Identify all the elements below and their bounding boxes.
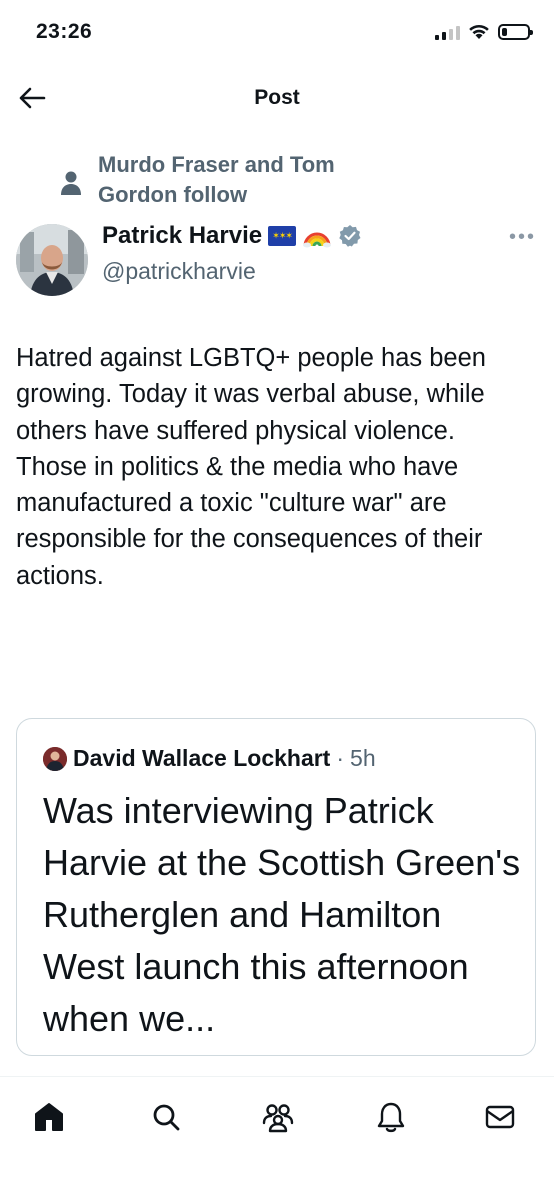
- more-options-icon[interactable]: •••: [509, 226, 536, 249]
- nav-home[interactable]: [29, 1097, 69, 1137]
- bottom-nav: [0, 1076, 554, 1200]
- person-icon: [61, 171, 81, 195]
- nav-search[interactable]: [146, 1097, 186, 1137]
- page-title: Post: [254, 86, 300, 109]
- quote-author-name: David Wallace Lockhart: [73, 745, 331, 771]
- home-icon: [35, 1103, 63, 1131]
- quoted-post-card[interactable]: David Wallace Lockhart · 5h Was intervie…: [16, 718, 536, 1056]
- quoted-post-header: David Wallace Lockhart · 5h: [43, 745, 376, 772]
- quote-separator: ·: [336, 745, 345, 771]
- signal-bars-icon: [435, 24, 460, 40]
- avatar[interactable]: [16, 224, 88, 296]
- quote-timestamp: 5h: [350, 745, 376, 771]
- battery-icon: [498, 24, 533, 40]
- rainbow-icon: [303, 232, 332, 248]
- verified-badge-icon[interactable]: [338, 224, 362, 248]
- communities-icon: [262, 1104, 294, 1133]
- post-paragraph: Hatred against LGBTQ+ people has been gr…: [16, 344, 486, 445]
- avatar-image: [16, 224, 88, 296]
- author-row: Patrick Harvie ✶✶✶ @patrickharvie •••: [16, 220, 540, 300]
- nav-messages[interactable]: [480, 1097, 520, 1137]
- eu-flag-icon: ✶✶✶: [268, 226, 297, 246]
- post-paragraph: Those in politics & the media who have m…: [16, 452, 483, 590]
- quote-avatar: [43, 746, 67, 771]
- wifi-icon: [469, 24, 489, 39]
- quote-text: Was interviewing Patrick Harvie at the S…: [43, 790, 521, 1039]
- nav-communities[interactable]: [258, 1097, 298, 1137]
- post-text: Hatred against LGBTQ+ people has been gr…: [16, 340, 536, 594]
- author-handle[interactable]: @patrickharvie: [102, 258, 256, 285]
- social-context-text: Murdo Fraser and Tom Gordon follow: [98, 152, 335, 207]
- status-time: 23:26: [36, 20, 93, 43]
- author-name-line: Patrick Harvie ✶✶✶: [102, 222, 362, 250]
- header: Post: [0, 62, 554, 134]
- notifications-bell-icon: [377, 1102, 405, 1133]
- messages-envelope-icon: [485, 1105, 515, 1129]
- social-context[interactable]: Murdo Fraser and Tom Gordon follow: [58, 150, 418, 210]
- search-icon: [153, 1104, 180, 1131]
- status-bar: 23:26: [0, 0, 554, 62]
- status-icons: [435, 24, 533, 40]
- nav-notifications[interactable]: [371, 1097, 411, 1137]
- author-name[interactable]: Patrick Harvie: [102, 222, 262, 250]
